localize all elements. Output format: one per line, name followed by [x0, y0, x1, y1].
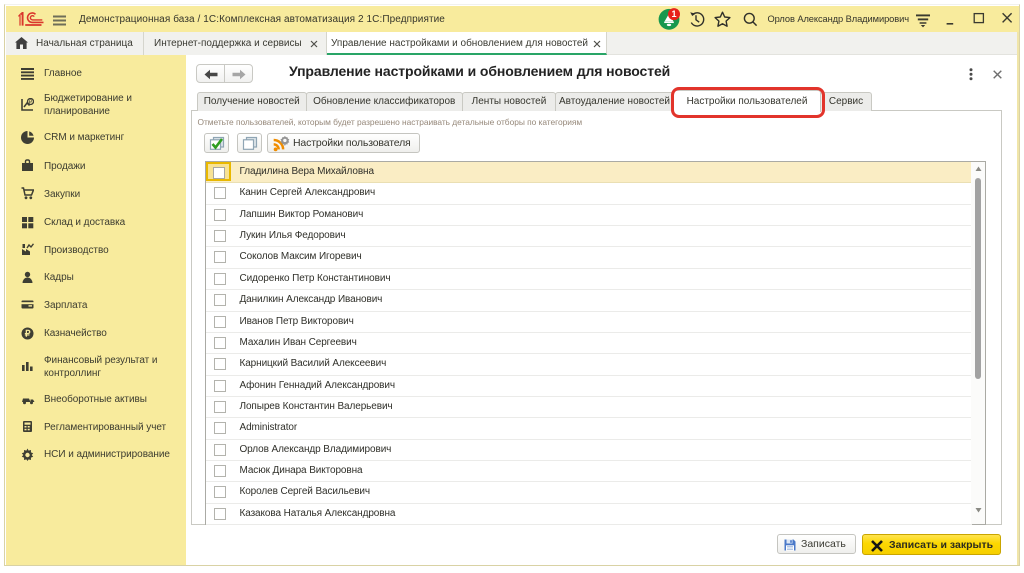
- svg-text:₽: ₽: [25, 328, 31, 338]
- svg-text:₽: ₽: [29, 99, 33, 106]
- svg-text:1: 1: [671, 9, 676, 19]
